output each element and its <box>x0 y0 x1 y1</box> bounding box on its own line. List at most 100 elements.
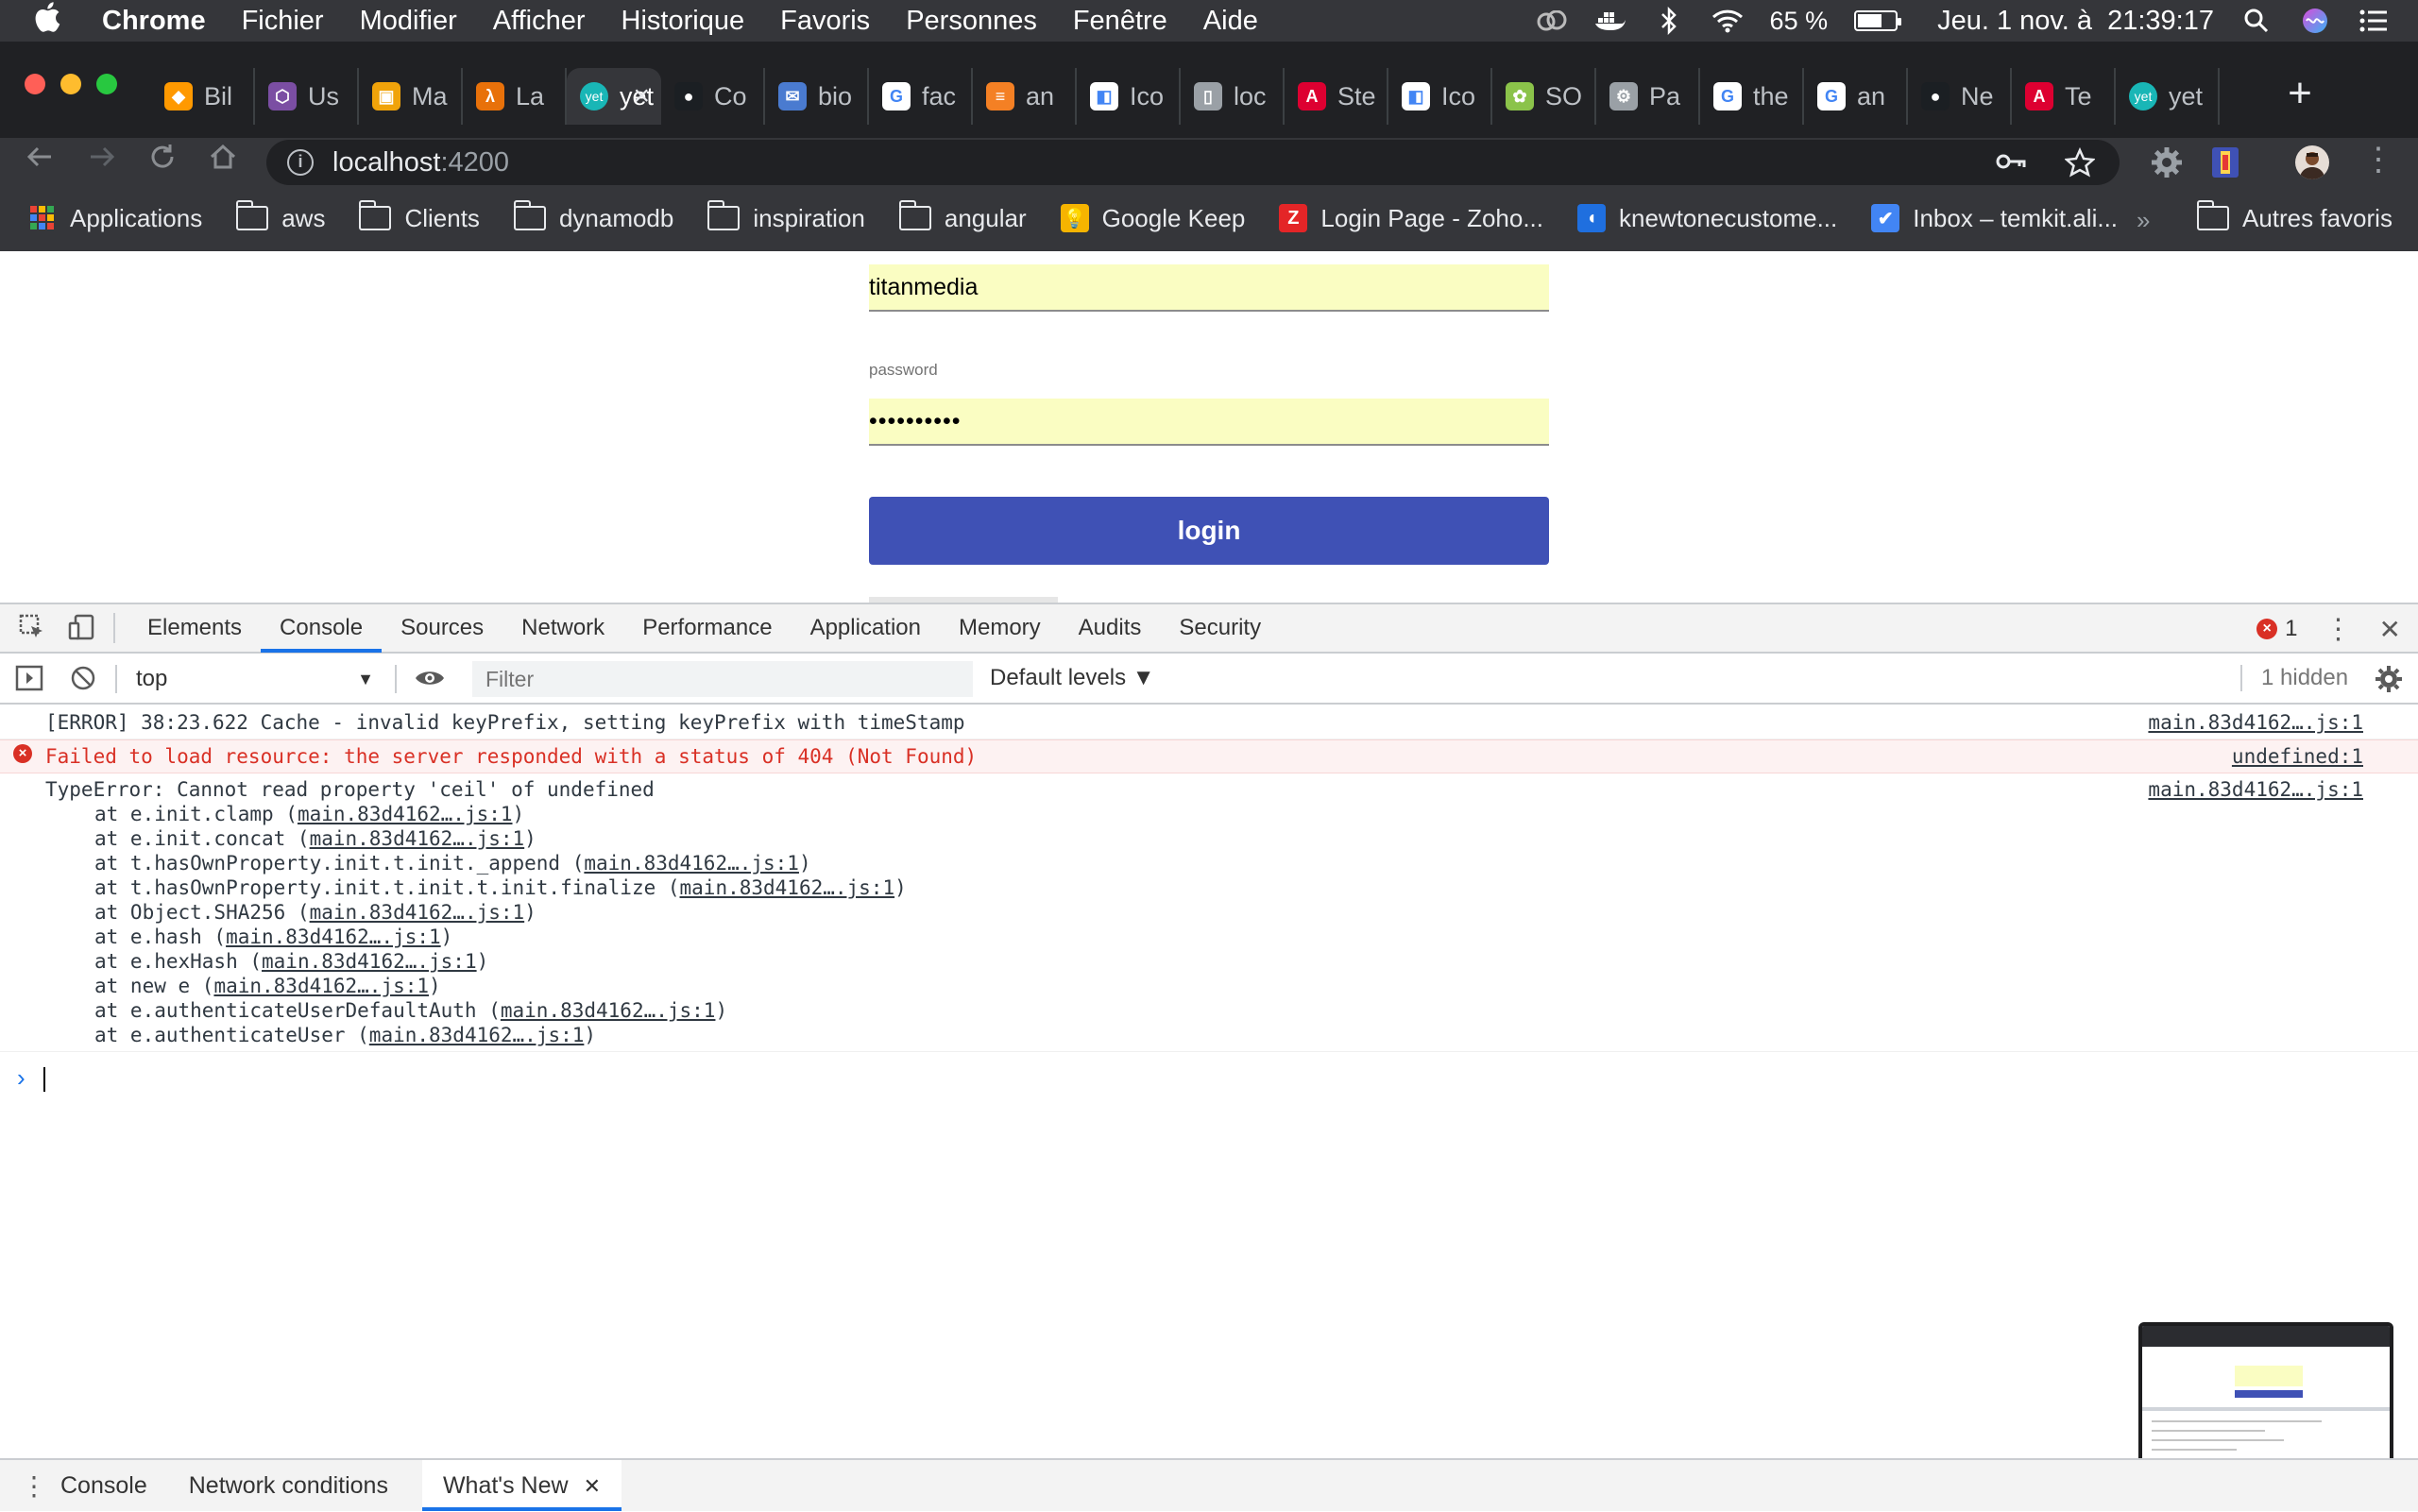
stack-frame-link[interactable]: main.83d4162….js:1 <box>310 827 525 850</box>
console-source-link[interactable]: undefined:1 <box>2232 744 2363 769</box>
apple-menu-icon[interactable] <box>34 2 91 40</box>
bookmarks-overflow-icon[interactable]: » <box>2137 206 2150 235</box>
stack-frame-link[interactable]: main.83d4162….js:1 <box>298 803 513 825</box>
home-button[interactable] <box>202 142 244 183</box>
site-info-icon[interactable]: i <box>287 149 314 176</box>
browser-tab[interactable]: ▯ loc <box>1181 68 1285 125</box>
context-selector[interactable]: top ▼ <box>132 663 380 695</box>
clear-console-icon[interactable] <box>70 665 96 698</box>
bookmark-item[interactable]: Z Login Page - Zoho... <box>1279 204 1543 233</box>
devtools-tab[interactable]: Elements <box>128 603 261 653</box>
new-tab-button[interactable]: + <box>2276 72 2324 119</box>
chrome-menu-icon[interactable]: ⋮ <box>2361 144 2395 179</box>
stack-frame-link[interactable]: main.83d4162….js:1 <box>680 876 895 899</box>
profile-avatar[interactable] <box>2295 145 2329 179</box>
browser-tab[interactable]: ≡ an <box>973 68 1077 125</box>
browser-tab[interactable]: ⚙ Pa <box>1596 68 1700 125</box>
key-icon[interactable] <box>1995 147 2027 185</box>
devtools-tab[interactable]: Memory <box>940 603 1060 653</box>
menubar-clock[interactable]: Jeu. 1 nov. à 21:39:17 <box>1937 6 2214 37</box>
wifi-icon[interactable] <box>1711 8 1744 34</box>
menu-modifier[interactable]: Modifier <box>360 6 457 37</box>
stack-frame-link[interactable]: main.83d4162….js:1 <box>369 1024 585 1046</box>
devtools-tab[interactable]: Network <box>502 603 623 653</box>
browser-tab[interactable]: ◧ Ico <box>1077 68 1181 125</box>
stack-frame-link[interactable]: main.83d4162….js:1 <box>213 975 429 997</box>
bookmark-item[interactable]: angular <box>898 200 1027 233</box>
bookmark-star-icon[interactable] <box>2063 146 2097 185</box>
bookmark-item[interactable]: inspiration <box>707 200 865 233</box>
browser-tab[interactable]: ● Co <box>661 68 765 125</box>
browser-tab[interactable]: Gan <box>1804 68 1908 125</box>
inspect-element-icon[interactable] <box>15 613 49 643</box>
menu-fichier[interactable]: Fichier <box>242 6 324 37</box>
bookmark-item[interactable]: Applications <box>28 204 202 233</box>
browser-tab[interactable]: ◆ Bil <box>151 68 255 125</box>
bookmark-item[interactable]: 💡 Google Keep <box>1060 204 1245 233</box>
drawer-tab[interactable]: Network conditions <box>168 1460 409 1511</box>
close-window-button[interactable] <box>25 74 45 94</box>
browser-tab[interactable]: A Ste <box>1285 68 1388 125</box>
browser-tab[interactable]: ◧ Ico <box>1388 68 1492 125</box>
stack-frame-link[interactable]: main.83d4162….js:1 <box>262 950 477 973</box>
bluetooth-icon[interactable] <box>1653 7 1685 35</box>
bookmark-item[interactable]: ◖ knewtonecustome... <box>1577 204 1837 233</box>
menu-favoris[interactable]: Favoris <box>780 6 870 37</box>
browser-tab[interactable]: yet yet <box>2116 68 2220 125</box>
siri-icon[interactable] <box>2299 8 2331 34</box>
devtools-tab[interactable]: Application <box>792 603 940 653</box>
devtools-tab[interactable]: Security <box>1160 603 1280 653</box>
devtools-tab[interactable]: Sources <box>382 603 502 653</box>
drawer-menu-icon[interactable]: ⋮ <box>21 1470 47 1502</box>
bookmark-item[interactable]: Clients <box>359 200 480 233</box>
login-button[interactable]: login <box>869 497 1549 565</box>
password-input[interactable]: •••••••••• <box>869 399 1549 446</box>
devtools-tab[interactable]: Performance <box>623 603 791 653</box>
console-source-link[interactable]: main.83d4162….js:1 <box>2148 777 2363 802</box>
reload-button[interactable] <box>142 142 183 183</box>
browser-tab[interactable]: A Te <box>2012 68 2116 125</box>
tab-close-icon[interactable]: × <box>633 80 650 112</box>
back-button[interactable] <box>19 142 60 183</box>
stack-frame-link[interactable]: main.83d4162….js:1 <box>584 852 799 875</box>
spotlight-search-icon[interactable] <box>2240 8 2273 34</box>
browser-tab[interactable]: λ La <box>463 68 567 125</box>
stack-frame-link[interactable]: main.83d4162….js:1 <box>501 999 716 1022</box>
notification-center-icon[interactable] <box>2358 8 2390 34</box>
minimize-window-button[interactable] <box>60 74 81 94</box>
browser-tab[interactable]: ▣ Ma <box>359 68 463 125</box>
creative-cloud-icon[interactable] <box>1536 8 1568 34</box>
browser-tab[interactable]: ⬡ Us <box>255 68 359 125</box>
battery-icon[interactable] <box>1854 10 1902 31</box>
menu-personnes[interactable]: Personnes <box>906 6 1037 37</box>
console-filter-input[interactable] <box>472 661 973 697</box>
extension-gear-icon[interactable] <box>2150 145 2184 179</box>
stack-frame-link[interactable]: main.83d4162….js:1 <box>310 901 525 924</box>
browser-tab[interactable]: ✿ SO <box>1492 68 1596 125</box>
devtools-tab[interactable]: Console <box>261 603 383 653</box>
browser-tab[interactable]: ● Ne <box>1908 68 2012 125</box>
console-source-link[interactable]: main.83d4162….js:1 <box>2148 710 2363 735</box>
browser-tab[interactable]: Gfac <box>869 68 973 125</box>
device-toolbar-icon[interactable] <box>64 613 98 643</box>
browser-tab[interactable]: Gthe <box>1700 68 1804 125</box>
zoom-window-button[interactable] <box>96 74 117 94</box>
browser-tab[interactable]: yet yet × <box>567 68 661 125</box>
show-sidebar-icon[interactable] <box>15 665 43 698</box>
log-levels-dropdown[interactable]: Default levels ▼ <box>990 665 1155 691</box>
devtools-close-icon[interactable]: ✕ <box>2379 614 2401 645</box>
drawer-tab[interactable]: Console <box>40 1460 168 1511</box>
drawer-tab[interactable]: What's New ✕ <box>421 1460 622 1511</box>
drawer-tab-close-icon[interactable]: ✕ <box>578 1474 601 1498</box>
live-expression-eye-icon[interactable] <box>414 665 446 698</box>
browser-tab[interactable]: ✉ bio <box>765 68 869 125</box>
bookmark-item[interactable]: ✔ Inbox – temkit.ali... <box>1871 204 2118 233</box>
username-input[interactable]: titanmedia <box>869 264 1549 312</box>
bookmark-item[interactable]: aws <box>236 200 325 233</box>
stack-frame-link[interactable]: main.83d4162….js:1 <box>226 926 441 948</box>
menu-historique[interactable]: Historique <box>622 6 745 37</box>
bookmark-item[interactable]: dynamodb <box>513 200 673 233</box>
devtools-tab[interactable]: Audits <box>1060 603 1161 653</box>
menu-app-name[interactable]: Chrome <box>102 6 206 37</box>
bookmark-other-folder[interactable]: Autres favoris <box>2197 200 2392 233</box>
